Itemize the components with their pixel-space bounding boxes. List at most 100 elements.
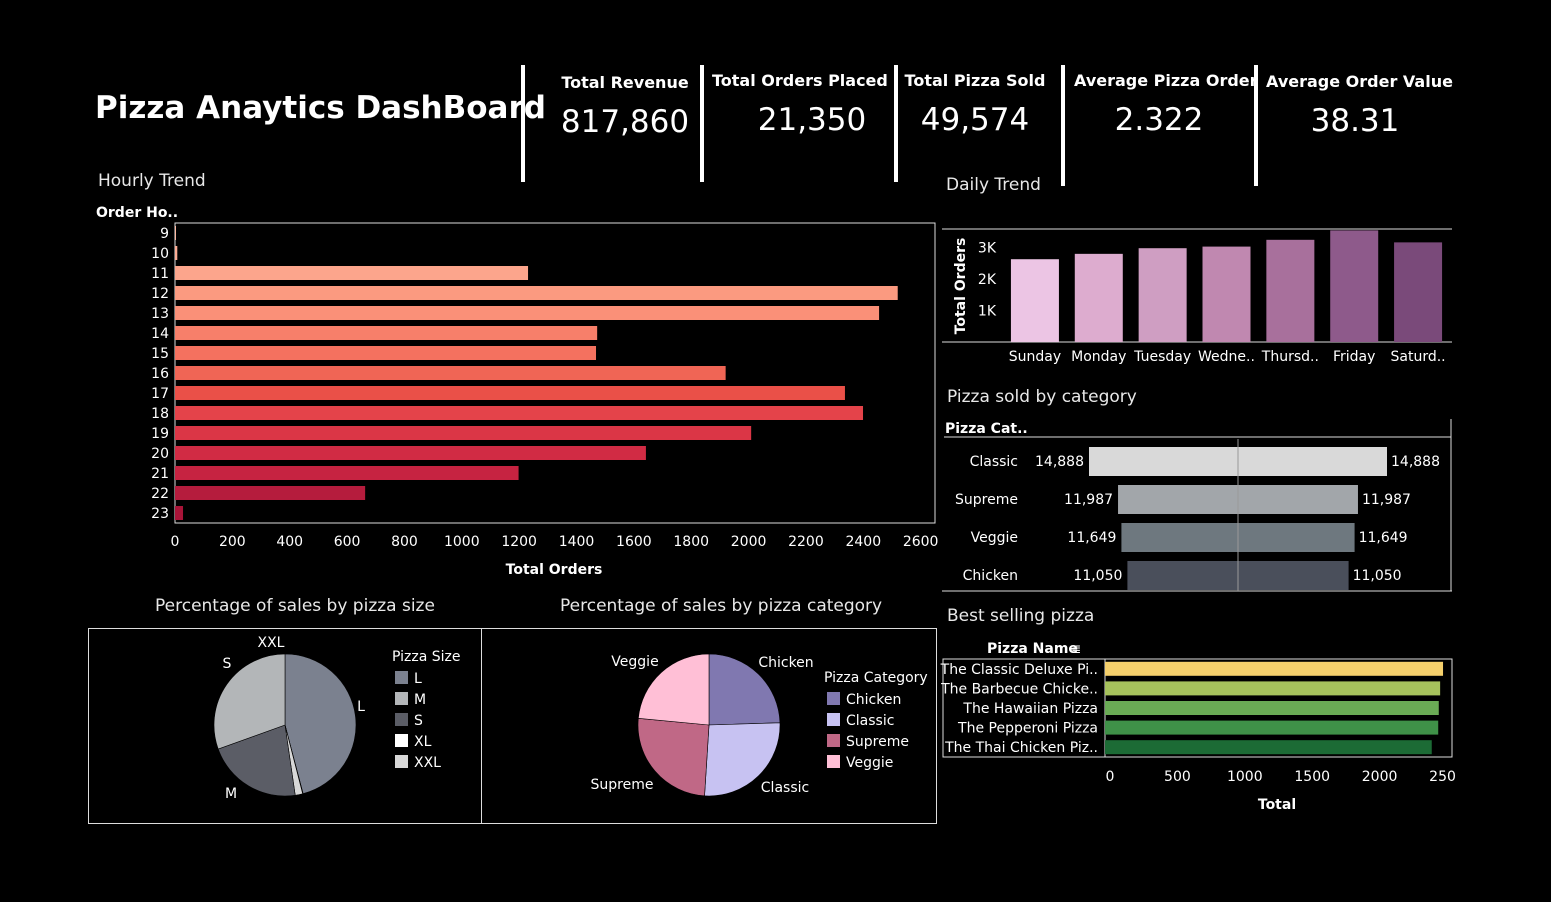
legend-swatch [395,671,408,684]
kpi-value: 817,860 [560,104,690,140]
bar [175,426,752,440]
legend-swatch [395,692,408,705]
legend-swatch [827,755,840,768]
kpi-average-pizza-order: Average Pizza Order 2.322 [1074,71,1258,138]
tick-label: 18 [151,406,169,422]
kpi-divider [894,65,898,182]
legend-label: XXL [414,755,441,771]
legend-swatch [395,713,408,726]
tick-label: 11 [151,266,169,282]
data-label: 11,987 [1064,492,1113,508]
bar [175,246,178,260]
tick-label: 14 [151,326,169,342]
tick-label: 2600 [903,534,939,550]
data-label: 11,649 [1359,530,1408,546]
bar [175,226,176,240]
category-label: Chicken [963,568,1018,584]
category-pct-title: Percentage of sales by pizza category [560,596,883,616]
bar [1074,253,1123,342]
bar [1105,720,1439,735]
category-label: Supreme [955,492,1018,508]
slice-label: L [357,699,365,715]
kpi-label: Total Orders Placed [712,71,888,90]
kpi-value: 38.31 [1310,103,1400,139]
category-label: The Classic Deluxe Pi.. [940,662,1098,678]
category-sold-chart: Pizza Cat.. Classic 14,888 14,888 Supreme 11,… [942,419,1452,592]
data-label: 14,888 [1035,454,1084,470]
legend-label: L [414,671,422,687]
y-axis-title: Order Ho.. [96,205,178,221]
bar [1202,246,1251,342]
tick-label: 1600 [616,534,652,550]
slice-label: Veggie [611,654,658,670]
data-label: 11,050 [1353,568,1402,584]
tick-label: 400 [276,534,303,550]
kpi-total-pizza-sold: Total Pizza Sold 49,574 [900,71,1050,138]
data-label: 11,649 [1067,530,1116,546]
y-axis-title: Pizza Name [987,641,1078,657]
tick-label: Thursd.. [1261,349,1319,365]
size-pct-title: Percentage of sales by pizza size [155,596,435,616]
legend-swatch [395,755,408,768]
tick-label: 200 [219,534,246,550]
bar [175,386,845,400]
daily-trend-chart: Total Orders 1K 2K 3K Sunday Monday Tuesday Wed… [942,228,1452,365]
kpi-divider [700,65,704,182]
legend-label: Supreme [846,734,909,750]
slice-label: XXL [258,635,285,651]
legend-label: Chicken [846,692,901,708]
category-label: Classic [970,454,1018,470]
category-label: Veggie [971,530,1018,546]
bar [175,346,597,360]
tick-label: 9 [160,226,169,242]
legend-label: Classic [846,713,894,729]
tick-label: 15 [151,346,169,362]
bar [1105,701,1439,715]
kpi-label: Total Revenue [561,73,689,92]
tick-label: 2K [978,272,997,288]
bar [175,326,598,340]
bar [1138,248,1187,342]
tick-label: 0 [1106,769,1115,785]
tick-label: 1K [978,303,997,319]
legend-swatch [827,692,840,705]
bar [175,286,898,300]
kpi-divider [1254,65,1258,186]
page-title: Pizza Anaytics DashBoard [95,90,546,126]
kpi-divider [1061,65,1065,186]
legend-label: XL [414,734,432,750]
category-label: The Barbecue Chicke.. [940,681,1098,697]
slice-label: M [225,786,237,802]
tick-label: 21 [151,466,169,482]
category-pie-chart: Veggie Chicken Supreme Classic Pizza Categor… [481,628,937,824]
kpi-label: Average Order Value [1266,72,1453,91]
bar [1266,239,1315,342]
tick-label: 0 [171,534,180,550]
kpi-total-orders: Total Orders Placed 21,350 [712,71,888,138]
hourly-trend-title: Hourly Trend [98,171,206,191]
kpi-value: 49,574 [920,102,1030,138]
legend-title: Pizza Category [824,670,928,686]
hourly-trend-chart: Order Ho.. 9 10 11 12 13 14 15 16 17 18 19 20 21 22 230… [96,205,939,578]
tick-label: 2500 [1429,769,1455,785]
bar [175,306,880,320]
bar [175,406,864,420]
bar [1105,681,1441,696]
sort-icon: ≣ [1071,642,1081,656]
tick-label: 10 [151,246,169,262]
size-pie-chart: XXLSLMPizza SizeLMSXLXXL [88,628,482,824]
legend-swatch [827,734,840,747]
y-axis-title: Total Orders [953,238,969,335]
y-axis-title: Pizza Cat.. [945,421,1028,437]
bar [1105,661,1444,676]
tick-label: 3K [978,240,997,256]
bar [1010,259,1059,342]
tick-label: 1200 [501,534,537,550]
tick-label: 22 [151,486,169,502]
tick-label: 2400 [845,534,881,550]
tick-label: 1400 [559,534,595,550]
best-selling-title: Best selling pizza [947,606,1095,626]
tick-label: 1800 [673,534,709,550]
kpi-total-revenue: Total Revenue 817,860 [540,73,710,140]
category-label: The Thai Chicken Piz.. [944,740,1098,756]
